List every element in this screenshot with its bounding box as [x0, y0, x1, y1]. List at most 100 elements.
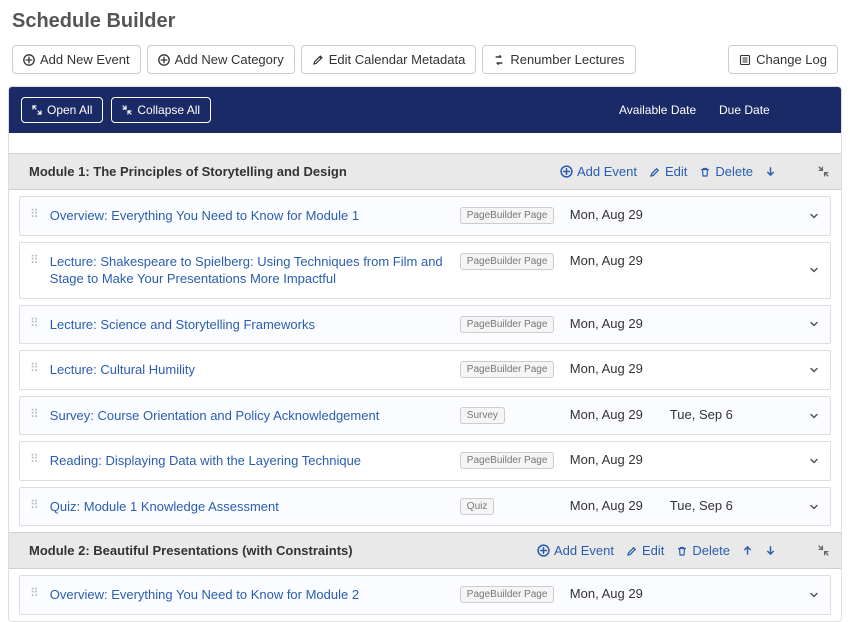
- item-title-link[interactable]: Overview: Everything You Need to Know fo…: [50, 207, 460, 225]
- plus-circle-icon: [158, 54, 170, 66]
- pencil-icon: [312, 54, 324, 66]
- edit-calendar-metadata-button[interactable]: Edit Calendar Metadata: [301, 45, 477, 74]
- add-new-category-button[interactable]: Add New Category: [147, 45, 295, 74]
- module-edit-button[interactable]: Edit: [649, 164, 687, 179]
- module-title: Module 2: Beautiful Presentations (with …: [29, 543, 353, 558]
- item-available-date: Mon, Aug 29: [570, 586, 670, 601]
- item-available-date: Mon, Aug 29: [570, 316, 670, 331]
- pencil-icon: [626, 545, 638, 557]
- pencil-icon: [649, 166, 661, 178]
- schedule-panel: Open All Collapse All Available Date Due…: [8, 86, 842, 622]
- schedule-item: ⠿ Overview: Everything You Need to Know …: [19, 575, 831, 615]
- plus-circle-icon: [23, 54, 35, 66]
- item-type-badge: Quiz: [460, 498, 495, 515]
- item-type-badge: PageBuilder Page: [460, 586, 555, 603]
- action-label: Add Event: [554, 543, 614, 558]
- button-label: Change Log: [756, 52, 827, 67]
- collapse-module-button[interactable]: [818, 545, 829, 556]
- collapse-icon: [122, 105, 132, 115]
- expand-icon: [32, 105, 42, 115]
- action-label: Edit: [665, 164, 687, 179]
- renumber-icon: [493, 54, 505, 66]
- schedule-item: ⠿ Lecture: Science and Storytelling Fram…: [19, 305, 831, 345]
- available-date-header: Available Date: [619, 103, 719, 117]
- button-label: Add New Event: [40, 52, 130, 67]
- item-title-link[interactable]: Reading: Displaying Data with the Layeri…: [50, 452, 460, 470]
- module-delete-button[interactable]: Delete: [699, 164, 753, 179]
- open-all-button[interactable]: Open All: [21, 97, 103, 123]
- drag-handle-icon[interactable]: ⠿: [30, 316, 40, 332]
- action-label: Delete: [715, 164, 753, 179]
- renumber-lectures-button[interactable]: Renumber Lectures: [482, 45, 635, 74]
- schedule-item: ⠿ Quiz: Module 1 Knowledge Assessment Qu…: [19, 487, 831, 527]
- collapse-all-button[interactable]: Collapse All: [111, 97, 211, 123]
- change-log-button[interactable]: Change Log: [728, 45, 838, 74]
- list-icon: [739, 54, 751, 66]
- module-items: ⠿ Overview: Everything You Need to Know …: [9, 190, 841, 526]
- item-type-badge: PageBuilder Page: [460, 253, 555, 270]
- collapse-module-button[interactable]: [818, 166, 829, 177]
- drag-handle-icon[interactable]: ⠿: [30, 207, 40, 223]
- item-title-link[interactable]: Lecture: Shakespeare to Spielberg: Using…: [50, 253, 460, 288]
- move-module-down-button[interactable]: [765, 545, 776, 556]
- button-label: Open All: [47, 103, 92, 117]
- plus-circle-icon: [537, 544, 550, 557]
- expand-item-button[interactable]: [808, 501, 820, 513]
- item-available-date: Mon, Aug 29: [570, 498, 670, 513]
- item-title-link[interactable]: Lecture: Science and Storytelling Framew…: [50, 316, 460, 334]
- drag-handle-icon[interactable]: ⠿: [30, 452, 40, 468]
- page-title: Schedule Builder: [0, 0, 850, 45]
- expand-item-button[interactable]: [808, 318, 820, 330]
- item-title-link[interactable]: Survey: Course Orientation and Policy Ac…: [50, 407, 460, 425]
- button-label: Collapse All: [137, 103, 200, 117]
- item-type-badge: PageBuilder Page: [460, 316, 555, 333]
- item-title-link[interactable]: Overview: Everything You Need to Know fo…: [50, 586, 460, 604]
- plus-circle-icon: [560, 165, 573, 178]
- module-actions: Add Event Edit Delete: [537, 543, 829, 558]
- expand-item-button[interactable]: [808, 264, 820, 276]
- drag-handle-icon[interactable]: ⠿: [30, 253, 40, 269]
- toolbar: Add New Event Add New Category Edit Cale…: [0, 45, 850, 86]
- schedule-item: ⠿ Reading: Displaying Data with the Laye…: [19, 441, 831, 481]
- move-module-down-button[interactable]: [765, 166, 776, 177]
- due-date-header: Due Date: [719, 103, 829, 117]
- action-label: Delete: [692, 543, 730, 558]
- item-available-date: Mon, Aug 29: [570, 207, 670, 222]
- button-label: Edit Calendar Metadata: [329, 52, 466, 67]
- item-available-date: Mon, Aug 29: [570, 407, 670, 422]
- module-header: Module 2: Beautiful Presentations (with …: [9, 532, 841, 569]
- module-edit-button[interactable]: Edit: [626, 543, 664, 558]
- button-label: Add New Category: [175, 52, 284, 67]
- item-title-link[interactable]: Quiz: Module 1 Knowledge Assessment: [50, 498, 460, 516]
- move-module-up-button[interactable]: [742, 545, 753, 556]
- expand-item-button[interactable]: [808, 455, 820, 467]
- item-title-link[interactable]: Lecture: Cultural Humility: [50, 361, 460, 379]
- expand-item-button[interactable]: [808, 589, 820, 601]
- schedule-item: ⠿ Overview: Everything You Need to Know …: [19, 196, 831, 236]
- module-delete-button[interactable]: Delete: [676, 543, 730, 558]
- trash-icon: [676, 545, 688, 557]
- trash-icon: [699, 166, 711, 178]
- expand-item-button[interactable]: [808, 410, 820, 422]
- item-due-date: Tue, Sep 6: [670, 407, 770, 422]
- drag-handle-icon[interactable]: ⠿: [30, 407, 40, 423]
- schedule-item: ⠿ Lecture: Shakespeare to Spielberg: Usi…: [19, 242, 831, 299]
- module-header: Module 1: The Principles of Storytelling…: [9, 153, 841, 190]
- item-type-badge: PageBuilder Page: [460, 361, 555, 378]
- module: Module 2: Beautiful Presentations (with …: [9, 532, 841, 615]
- module: Module 1: The Principles of Storytelling…: [9, 153, 841, 526]
- schedule-item: ⠿ Survey: Course Orientation and Policy …: [19, 396, 831, 436]
- module-add-event-button[interactable]: Add Event: [560, 164, 637, 179]
- add-new-event-button[interactable]: Add New Event: [12, 45, 141, 74]
- action-label: Edit: [642, 543, 664, 558]
- item-due-date: Tue, Sep 6: [670, 498, 770, 513]
- drag-handle-icon[interactable]: ⠿: [30, 498, 40, 514]
- drag-handle-icon[interactable]: ⠿: [30, 586, 40, 602]
- expand-item-button[interactable]: [808, 210, 820, 222]
- item-type-badge: Survey: [460, 407, 505, 424]
- item-available-date: Mon, Aug 29: [570, 361, 670, 376]
- drag-handle-icon[interactable]: ⠿: [30, 361, 40, 377]
- schedule-item: ⠿ Lecture: Cultural Humility PageBuilder…: [19, 350, 831, 390]
- module-add-event-button[interactable]: Add Event: [537, 543, 614, 558]
- expand-item-button[interactable]: [808, 364, 820, 376]
